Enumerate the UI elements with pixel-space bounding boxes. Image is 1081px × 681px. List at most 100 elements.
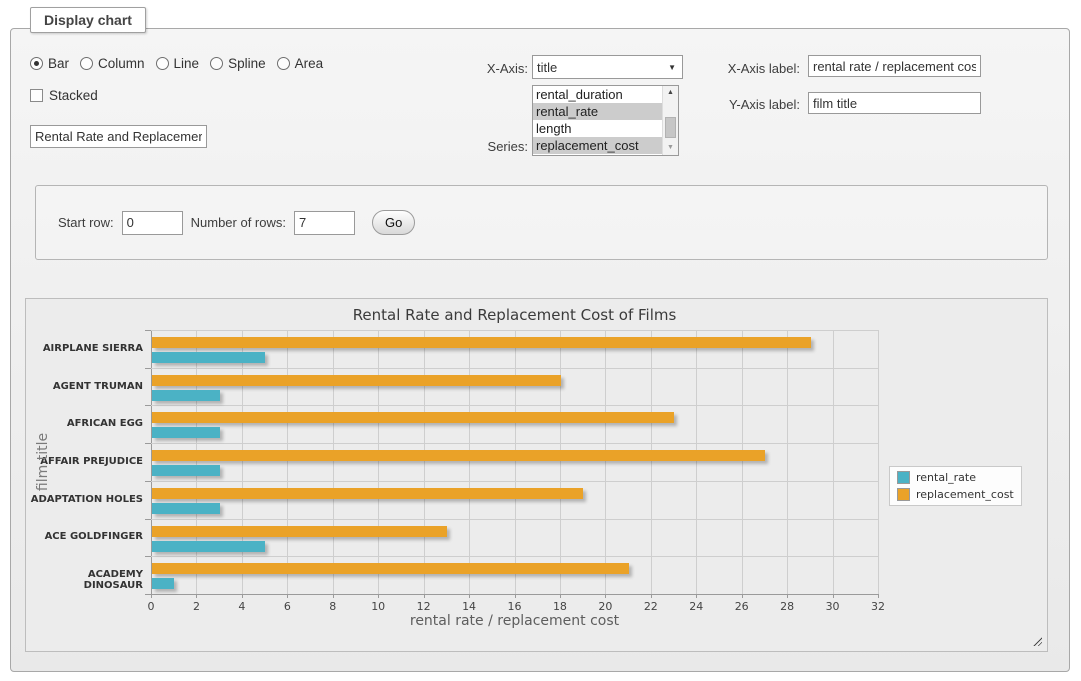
- legend-swatch-rental_rate: [897, 471, 910, 484]
- chart-title: Rental Rate and Replacement Cost of Film…: [151, 306, 878, 324]
- display-chart-page: Display chart Bar Column Line Spline Area St…: [0, 0, 1081, 681]
- x-tick-label-30: 30: [826, 600, 840, 613]
- gridline-x-28: [787, 330, 788, 594]
- x-axis-label-input[interactable]: [808, 55, 981, 77]
- x-axis-label-caption: X-Axis label:: [700, 61, 800, 76]
- x-tick-label-0: 0: [148, 600, 155, 613]
- scroll-down-icon[interactable]: ▼: [663, 142, 678, 154]
- tick-y-7: [145, 594, 151, 595]
- panel-title: Display chart: [30, 7, 146, 33]
- x-tick-label-4: 4: [238, 600, 245, 613]
- chart-type-column[interactable]: Column: [80, 56, 145, 71]
- chart-type-line[interactable]: Line: [156, 56, 200, 71]
- chart-type-bar[interactable]: Bar: [30, 56, 69, 71]
- x-tick-label-18: 18: [553, 600, 567, 613]
- x-tick-label-14: 14: [462, 600, 476, 613]
- gridline-x-4: [242, 330, 243, 594]
- chart-type-label: Line: [174, 56, 200, 71]
- tick-y-4: [145, 481, 151, 482]
- bar-rental_rate-ace-goldfinger: [152, 541, 265, 552]
- stacked-option[interactable]: Stacked: [30, 88, 98, 103]
- chart-plot-area: 02468101214161820222426283032AIRPLANE SI…: [151, 330, 878, 594]
- bar-replacement_cost-academy-dinosaur: [152, 563, 629, 574]
- resize-grip-icon[interactable]: [1032, 636, 1042, 646]
- chart-type-radio-spline[interactable]: [210, 57, 223, 70]
- series-listbox-items: rental_durationrental_ratelengthreplacem…: [533, 86, 662, 155]
- chart-type-spline[interactable]: Spline: [210, 56, 266, 71]
- gridline-x-16: [515, 330, 516, 594]
- series-option-rental_duration[interactable]: rental_duration: [533, 86, 662, 103]
- x-tick-label-20: 20: [598, 600, 612, 613]
- tick-y-5: [145, 519, 151, 520]
- bar-rental_rate-adaptation-holes: [152, 503, 220, 514]
- chart-type-label: Area: [295, 56, 324, 71]
- scroll-up-icon[interactable]: ▲: [663, 87, 678, 99]
- y-axis-label-caption: Y-Axis label:: [700, 97, 800, 112]
- tick-y-2: [145, 405, 151, 406]
- bar-replacement_cost-african-egg: [152, 412, 674, 423]
- bar-replacement_cost-airplane-sierra: [152, 337, 811, 348]
- bar-rental_rate-african-egg: [152, 427, 220, 438]
- x-tick-label-2: 2: [193, 600, 200, 613]
- go-button[interactable]: Go: [372, 210, 415, 235]
- bar-replacement_cost-affair-prejudice: [152, 450, 765, 461]
- x-tick-label-26: 26: [735, 600, 749, 613]
- x-tick-label-28: 28: [780, 600, 794, 613]
- start-row-input[interactable]: [122, 211, 183, 235]
- series-option-rental_rate[interactable]: rental_rate: [533, 103, 662, 120]
- x-tick-label-16: 16: [508, 600, 522, 613]
- number-of-rows-input[interactable]: [294, 211, 355, 235]
- bar-replacement_cost-agent-truman: [152, 375, 561, 386]
- gridline-x-10: [378, 330, 379, 594]
- gridline-x-26: [742, 330, 743, 594]
- scrollbar-thumb[interactable]: [665, 117, 676, 138]
- x-tick-label-24: 24: [689, 600, 703, 613]
- tick-y-6: [145, 556, 151, 557]
- chart-y-axis-title-wrap: film title: [30, 330, 56, 594]
- legend-label: replacement_cost: [916, 488, 1014, 501]
- tick-y-3: [145, 443, 151, 444]
- tick-x-32: [878, 594, 879, 598]
- chart-x-axis-title: rental rate / replacement cost: [151, 613, 878, 629]
- gridline-y-6: [151, 556, 878, 557]
- gridline-x-30: [833, 330, 834, 594]
- series-listbox[interactable]: rental_durationrental_ratelengthreplacem…: [532, 85, 679, 156]
- x-tick-label-6: 6: [284, 600, 291, 613]
- chart-y-axis-title: film title: [35, 433, 51, 491]
- chart-type-area[interactable]: Area: [277, 56, 324, 71]
- chart-type-radio-line[interactable]: [156, 57, 169, 70]
- chart-type-label: Spline: [228, 56, 266, 71]
- series-label: Series:: [430, 139, 528, 154]
- rows-panel-controls: Start row: Number of rows: Go: [58, 210, 415, 235]
- bar-rental_rate-agent-truman: [152, 390, 220, 401]
- chart-title-input[interactable]: [30, 125, 207, 148]
- chart-legend: rental_rate replacement_cost: [889, 466, 1022, 506]
- gridline-x-12: [424, 330, 425, 594]
- bar-rental_rate-affair-prejudice: [152, 465, 220, 476]
- chart-type-radio-bar[interactable]: [30, 57, 43, 70]
- gridline-x-0: [151, 330, 152, 594]
- y-axis-label-input[interactable]: [808, 92, 981, 114]
- gridline-x-22: [651, 330, 652, 594]
- legend-entry-rental_rate: rental_rate: [897, 471, 1014, 484]
- gridline-y-3: [151, 443, 878, 444]
- x-axis-select-wrap: title ▼: [532, 55, 683, 79]
- chart-type-radio-column[interactable]: [80, 57, 93, 70]
- gridline-x-32: [878, 330, 879, 594]
- x-axis-select[interactable]: title: [532, 55, 683, 79]
- series-option-length[interactable]: length: [533, 120, 662, 137]
- rows-panel: Start row: Number of rows: Go: [35, 185, 1048, 260]
- tick-y-1: [145, 368, 151, 369]
- x-tick-label-8: 8: [329, 600, 336, 613]
- stacked-checkbox[interactable]: [30, 89, 43, 102]
- chart-type-radio-area[interactable]: [277, 57, 290, 70]
- series-scrollbar[interactable]: ▲ ▼: [662, 86, 678, 155]
- series-option-replacement_cost[interactable]: replacement_cost: [533, 137, 662, 154]
- x-tick-label-12: 12: [417, 600, 431, 613]
- bar-replacement_cost-ace-goldfinger: [152, 526, 447, 537]
- legend-swatch-replacement_cost: [897, 488, 910, 501]
- bar-rental_rate-academy-dinosaur: [152, 578, 174, 589]
- chart-type-options: Bar Column Line Spline Area: [30, 56, 323, 71]
- x-tick-label-32: 32: [871, 600, 885, 613]
- gridline-x-6: [287, 330, 288, 594]
